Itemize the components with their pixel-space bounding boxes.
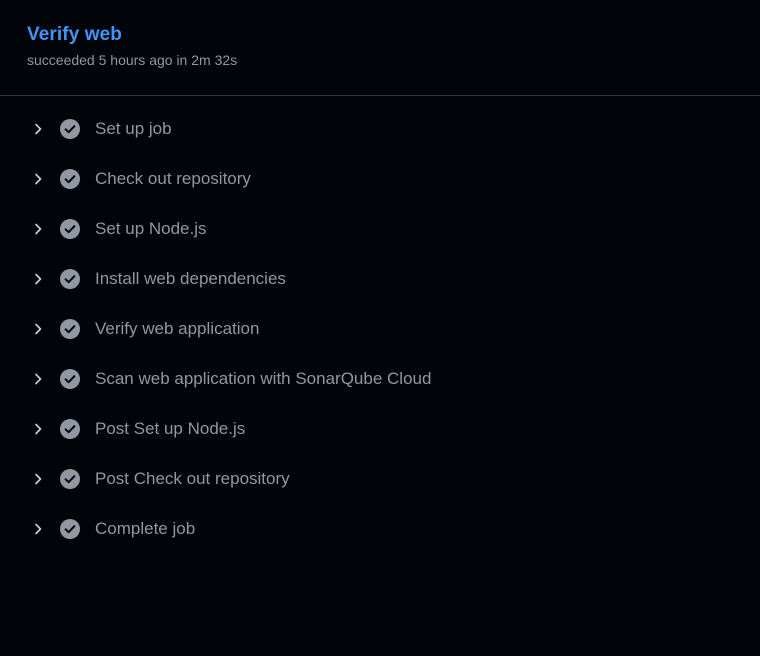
job-step[interactable]: Check out repository	[0, 154, 760, 204]
job-status-text: succeeded 5 hours ago in 2m 32s	[27, 52, 238, 68]
check-circle-icon	[60, 319, 80, 339]
job-step[interactable]: Set up Node.js	[0, 204, 760, 254]
job-step-label: Post Set up Node.js	[95, 419, 246, 438]
job-step[interactable]: Post Check out repository	[0, 454, 760, 504]
check-circle-icon	[60, 369, 80, 389]
chevron-right-icon[interactable]	[30, 321, 46, 337]
job-step-label: Set up job	[95, 119, 172, 138]
chevron-right-icon[interactable]	[30, 471, 46, 487]
job-title[interactable]: Verify web	[27, 23, 122, 47]
job-step[interactable]: Scan web application with SonarQube Clou…	[0, 354, 760, 404]
check-circle-icon	[60, 519, 80, 539]
check-circle-icon	[60, 219, 80, 239]
chevron-right-icon[interactable]	[30, 371, 46, 387]
job-step[interactable]: Install web dependencies	[0, 254, 760, 304]
job-step-label: Check out repository	[95, 169, 251, 188]
chevron-right-icon[interactable]	[30, 171, 46, 187]
chevron-right-icon[interactable]	[30, 521, 46, 537]
chevron-right-icon[interactable]	[30, 271, 46, 287]
check-circle-icon	[60, 169, 80, 189]
check-circle-icon	[60, 119, 80, 139]
job-step-label: Post Check out repository	[95, 469, 290, 488]
job-step-label: Scan web application with SonarQube Clou…	[95, 369, 432, 388]
job-step-label: Set up Node.js	[95, 219, 207, 238]
job-step-label: Verify web application	[95, 319, 260, 338]
job-step[interactable]: Verify web application	[0, 304, 760, 354]
chevron-right-icon[interactable]	[30, 121, 46, 137]
job-steps-list: Set up job Check out repository Set up N…	[0, 96, 760, 554]
check-circle-icon	[60, 469, 80, 489]
check-circle-icon	[60, 269, 80, 289]
job-header: Verify web succeeded 5 hours ago in 2m 3…	[0, 0, 760, 96]
job-step[interactable]: Post Set up Node.js	[0, 404, 760, 454]
job-step-label: Complete job	[95, 519, 196, 538]
chevron-right-icon[interactable]	[30, 221, 46, 237]
job-step-label: Install web dependencies	[95, 269, 286, 288]
check-circle-icon	[60, 419, 80, 439]
chevron-right-icon[interactable]	[30, 421, 46, 437]
job-step[interactable]: Complete job	[0, 504, 760, 554]
job-step[interactable]: Set up job	[0, 104, 760, 154]
